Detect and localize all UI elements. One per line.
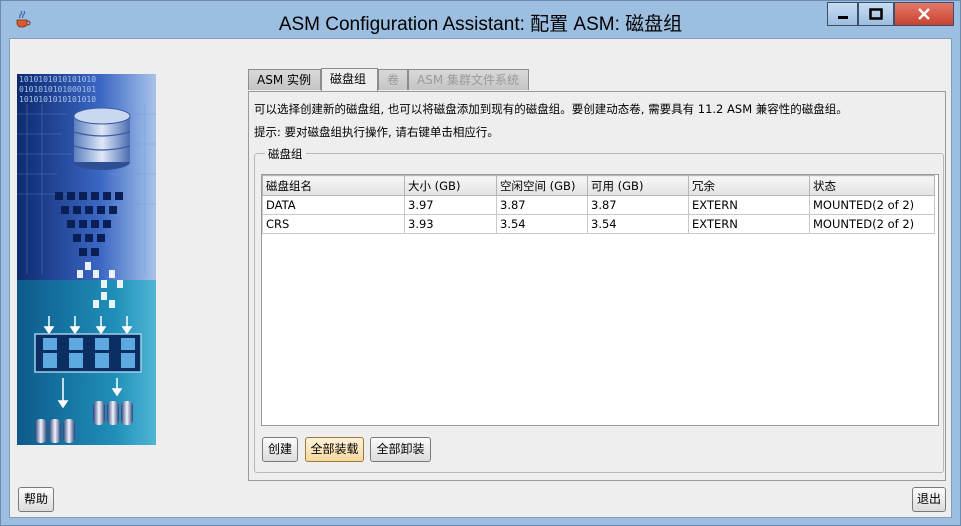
mount-all-button[interactable]: 全部装载 <box>305 437 364 462</box>
tab-acfs: ASM 集群文件系统 <box>408 69 529 90</box>
cell-state: MOUNTED(2 of 2) <box>809 195 935 215</box>
column-header-free[interactable]: 空闲空间 (GB) <box>496 175 588 196</box>
svg-text:1010101010101010: 1010101010101010 <box>19 75 96 84</box>
tab-volumes: 卷 <box>378 69 408 90</box>
column-header-state[interactable]: 状态 <box>809 175 935 196</box>
tab-asm-instance[interactable]: ASM 实例 <box>248 69 321 90</box>
tab-disk-groups[interactable]: 磁盘组 <box>321 68 378 91</box>
table-row[interactable]: CRS 3.93 3.54 3.54 EXTERN MOUNTED(2 of 2… <box>262 214 935 234</box>
help-button[interactable]: 帮助 <box>18 487 54 512</box>
table-row[interactable]: DATA 3.97 3.87 3.87 EXTERN MOUNTED(2 of … <box>262 195 935 215</box>
cell-redundancy: EXTERN <box>688 214 810 234</box>
column-header-size[interactable]: 大小 (GB) <box>404 175 497 196</box>
table-header-row: 磁盘组名 大小 (GB) 空闲空间 (GB) 可用 (GB) 冗余 状态 <box>262 175 935 196</box>
app-window: ASM Configuration Assistant: 配置 ASM: 磁盘组 <box>0 0 961 526</box>
svg-text:0101010101000101: 0101010101000101 <box>19 85 96 94</box>
maximize-button[interactable] <box>858 2 894 26</box>
side-illustration: 1010101010101010 0101010101000101 101010… <box>17 74 156 445</box>
minimize-button[interactable] <box>827 2 858 26</box>
hint-text: 提示: 要对磁盘组执行操作, 请右键单击相应行。 <box>254 125 499 139</box>
close-button[interactable] <box>894 2 954 26</box>
column-header-name[interactable]: 磁盘组名 <box>262 175 405 196</box>
cell-usable: 3.54 <box>587 214 689 234</box>
minimize-icon <box>837 16 848 19</box>
disk-group-table[interactable]: 磁盘组名 大小 (GB) 空闲空间 (GB) 可用 (GB) 冗余 状态 DAT… <box>261 174 939 426</box>
close-icon <box>918 8 930 20</box>
cell-free: 3.54 <box>496 214 588 234</box>
cell-state: MOUNTED(2 of 2) <box>809 214 935 234</box>
disk-group-legend: 磁盘组 <box>265 146 306 162</box>
column-header-usable[interactable]: 可用 (GB) <box>587 175 689 196</box>
create-button[interactable]: 创建 <box>262 437 298 462</box>
asm-storage-illustration-icon: 1010101010101010 0101010101000101 101010… <box>17 74 156 445</box>
cell-size: 3.93 <box>404 214 497 234</box>
cell-usable: 3.87 <box>587 195 689 215</box>
svg-text:1010101010101010: 1010101010101010 <box>19 95 96 104</box>
cell-name: CRS <box>262 214 405 234</box>
info-text: 可以选择创建新的磁盘组, 也可以将磁盘添加到现有的磁盘组。要创建动态卷, 需要具… <box>254 102 848 116</box>
unmount-all-button[interactable]: 全部卸装 <box>370 437 431 462</box>
client-area: 1010101010101010 0101010101000101 101010… <box>9 38 952 518</box>
cell-size: 3.97 <box>404 195 497 215</box>
cell-free: 3.87 <box>496 195 588 215</box>
column-header-redundancy[interactable]: 冗余 <box>688 175 810 196</box>
cell-redundancy: EXTERN <box>688 195 810 215</box>
cell-name: DATA <box>262 195 405 215</box>
maximize-icon <box>869 8 883 20</box>
exit-button[interactable]: 退出 <box>912 487 946 512</box>
title-bar[interactable]: ASM Configuration Assistant: 配置 ASM: 磁盘组 <box>1 1 960 38</box>
window-title: ASM Configuration Assistant: 配置 ASM: 磁盘组 <box>278 14 683 35</box>
